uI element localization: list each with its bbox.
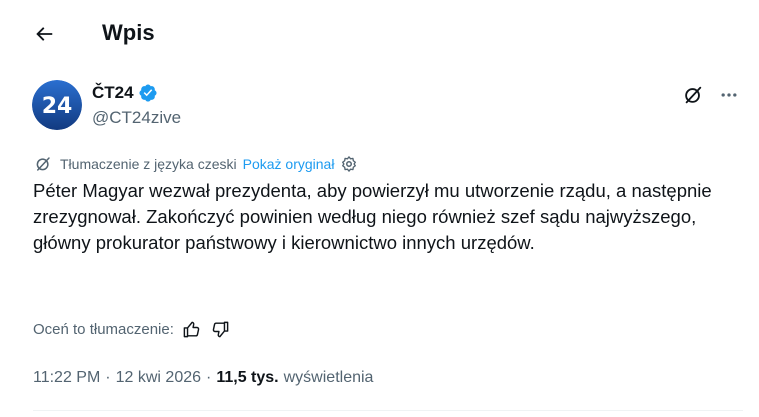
views-label: wyświetlenia [283,369,374,386]
translation-info: Tłumaczenie z języka czeski Pokaż orygin… [34,153,358,175]
more-options-button[interactable] [716,82,742,108]
rate-translation-label: Oceń to tłumaczenie: [33,320,174,338]
arrow-left-icon [36,27,53,41]
grok-button[interactable] [680,82,706,108]
post-time[interactable]: 11:22 PM [33,369,100,387]
back-button[interactable] [26,16,62,52]
show-original-link[interactable]: Pokaż oryginał [243,156,335,172]
divider [33,410,743,411]
grok-icon [685,86,702,104]
author-handle[interactable]: @CT24zive [92,107,181,129]
verified-badge-icon [138,83,158,103]
post-text: Péter Magyar wezwał prezydenta, aby powi… [33,180,717,253]
post-date[interactable]: 12 kwi 2026 [116,369,201,387]
post-meta: 11:22 PM · 12 kwi 2026 · 11,5 tys. wyświ… [33,367,373,389]
grok-translate-icon [34,155,52,173]
author-name-text: ČT24 [92,83,134,102]
meta-separator: · [206,369,212,386]
top-bar: Wpis [0,0,759,66]
avatar-text: 24 [42,94,73,119]
rate-translation: Oceń to tłumaczenie: [33,317,232,341]
page-title: Wpis [102,20,155,45]
translation-label: Tłumaczenie z języka czeski [60,156,237,172]
more-horizontal-icon [721,93,737,97]
author-name[interactable]: ČT24 [92,82,158,104]
thumbs-up-icon[interactable] [181,318,203,340]
meta-separator: · [105,369,111,386]
ct24-logo-icon: 24 [32,80,82,130]
avatar[interactable]: 24 [32,80,82,130]
views-count[interactable]: 11,5 tys. [216,369,278,387]
gear-icon[interactable] [340,155,358,173]
thumbs-down-icon[interactable] [210,318,232,340]
